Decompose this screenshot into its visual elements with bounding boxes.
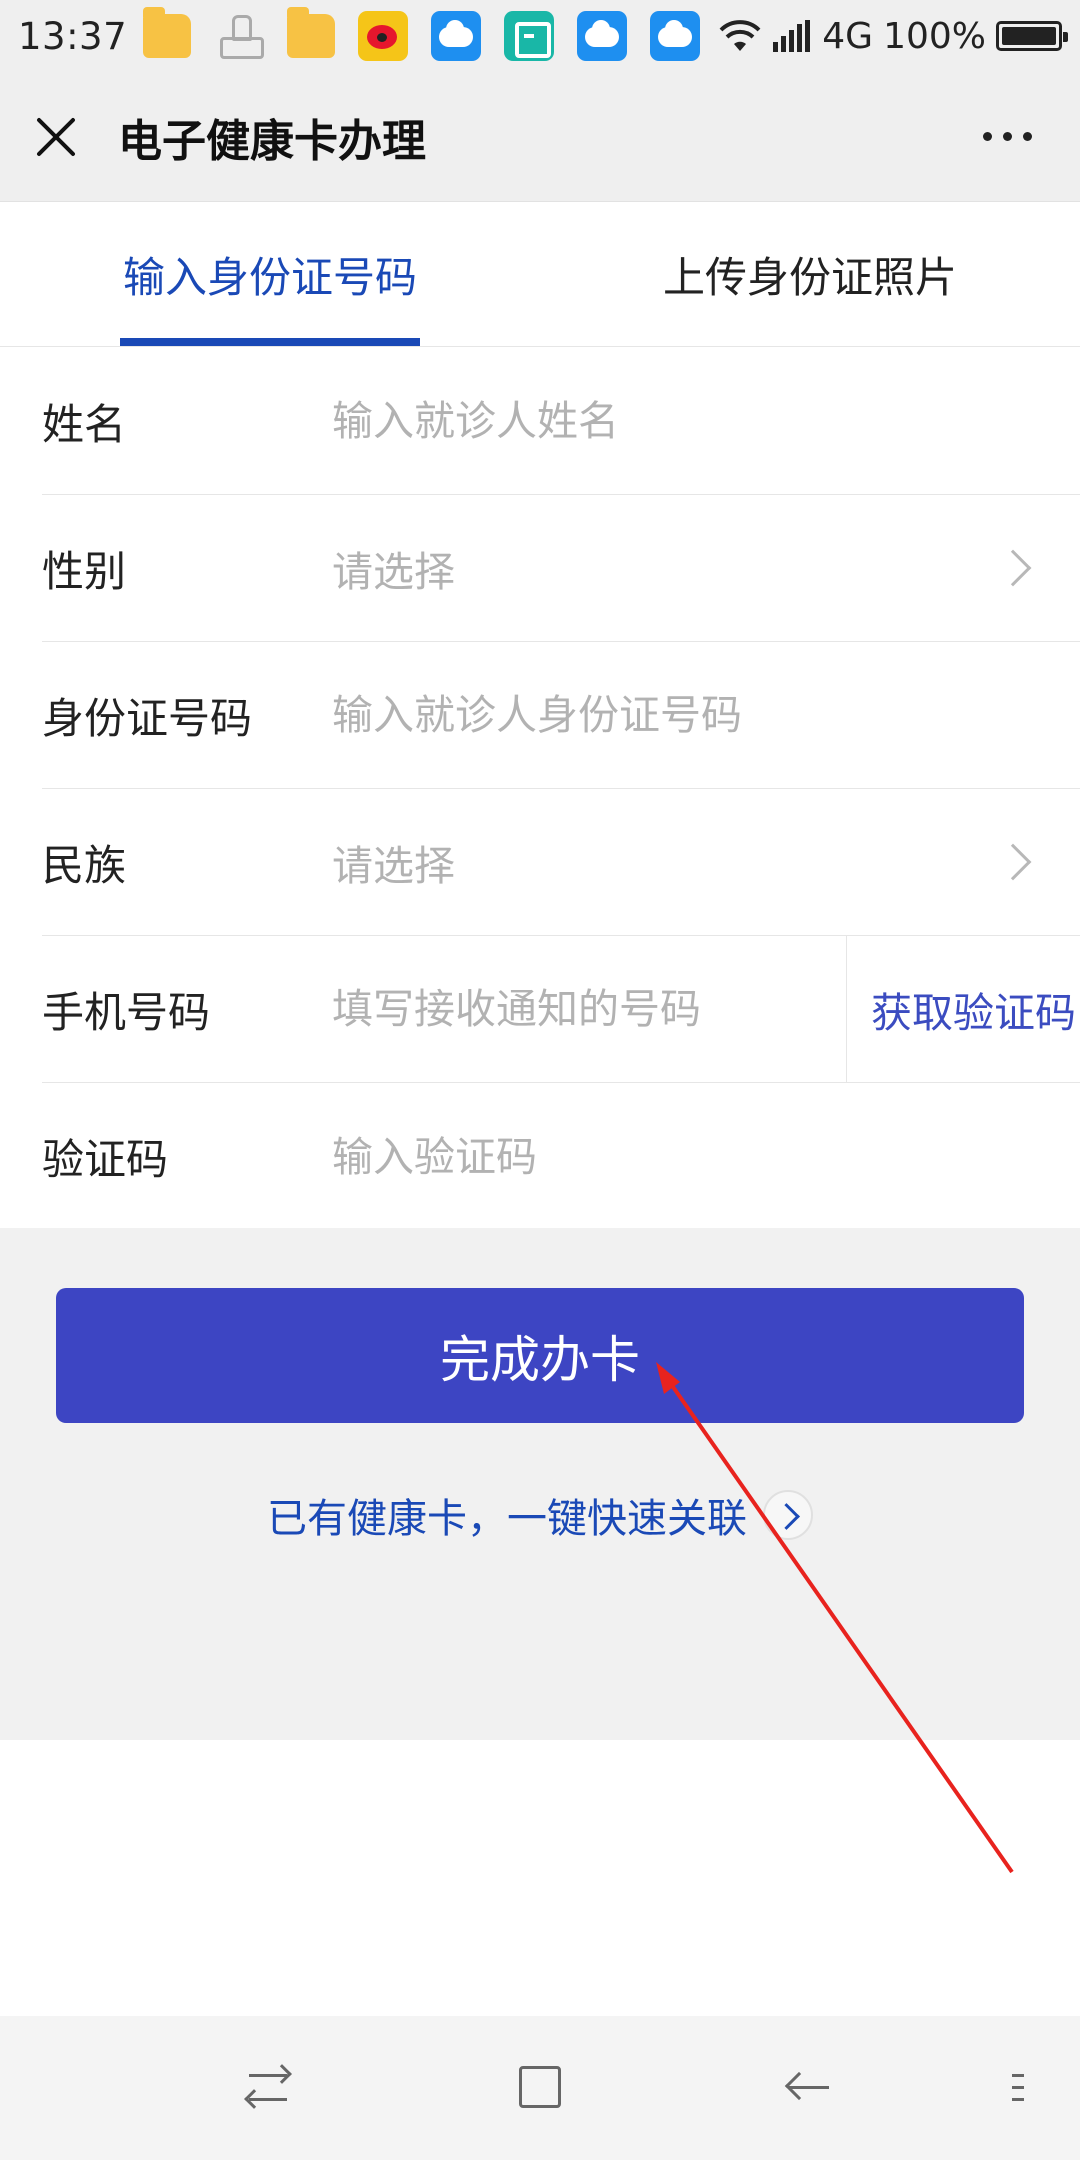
battery-percent: 100% [883,15,986,57]
weather-icon [650,11,701,61]
registration-form: 姓名 性别 请选择 身份证号码 民族 请选择 手机号码 获取验证码 验证码 [0,348,1080,1230]
gender-label: 性别 [42,546,127,596]
name-input[interactable] [332,397,1080,445]
switch-apps-icon[interactable] [235,2056,305,2120]
tab-bar: 输入身份证号码 上传身份证照片 [0,202,1080,347]
network-type: 4G [822,15,874,57]
link-existing-card[interactable]: 已有健康卡，一键快速关联 [0,1486,1080,1544]
tab-upload-id-photo[interactable]: 上传身份证照片 [540,202,1080,346]
page-title: 电子健康卡办理 [118,115,426,167]
status-right: 4G 100% [718,15,1068,57]
battery-icon [996,21,1068,51]
phone-input[interactable] [332,985,846,1033]
close-icon[interactable] [34,115,78,159]
id-number-input[interactable] [332,691,1080,739]
link-existing-text[interactable]: 已有健康卡，一键快速关联 [267,1486,747,1544]
tab-enter-id-number[interactable]: 输入身份证号码 [0,202,540,346]
back-icon[interactable] [775,2056,845,2120]
home-icon[interactable] [505,2056,575,2120]
get-code-button[interactable]: 获取验证码 [847,979,1080,1039]
complete-card-button[interactable]: 完成办卡 [56,1288,1024,1423]
name-row: 姓名 [42,348,1080,495]
page: 13:37 4G 100% 电子健康卡办理 输入身份证号码 上传身份证照片 姓名… [0,0,1080,2160]
ethnicity-select[interactable]: 请选择 [332,832,1000,892]
ethnicity-label: 民族 [42,840,127,890]
notification-icons [143,7,701,61]
code-label: 验证码 [42,1135,169,1184]
name-label: 姓名 [42,399,127,449]
stamp-icon [214,11,265,61]
phone-label: 手机号码 [42,987,211,1037]
folder-icon [143,7,192,58]
phone-row: 手机号码 获取验证码 [42,935,1080,1083]
chevron-right-icon [994,549,1032,587]
action-area: 完成办卡 已有健康卡，一键快速关联 [0,1228,1080,1740]
status-time: 13:37 [18,14,128,58]
chevron-right-circle-icon[interactable] [763,1490,813,1540]
scan-icon [504,11,555,61]
code-input[interactable] [332,1132,1080,1181]
id-number-row: 身份证号码 [42,642,1080,789]
more-options-icon[interactable] [983,132,1032,141]
weather-icon [577,11,628,61]
chevron-right-icon [994,843,1032,881]
gender-row[interactable]: 性别 请选择 [42,495,1080,642]
wifi-icon [719,20,761,51]
folder-icon [287,7,336,58]
code-row: 验证码 [42,1083,1080,1230]
ethnicity-row[interactable]: 民族 请选择 [42,789,1080,936]
weibo-icon [358,11,409,61]
title-bar: 电子健康卡办理 [0,72,1080,202]
menu-icon[interactable] [1000,2056,1040,2120]
status-bar: 13:37 4G 100% [0,0,1080,72]
weather-icon [431,11,482,61]
id-number-label: 身份证号码 [42,693,253,743]
system-nav-bar [0,2016,1080,2160]
gender-select[interactable]: 请选择 [332,538,1000,598]
signal-icon [773,20,811,52]
